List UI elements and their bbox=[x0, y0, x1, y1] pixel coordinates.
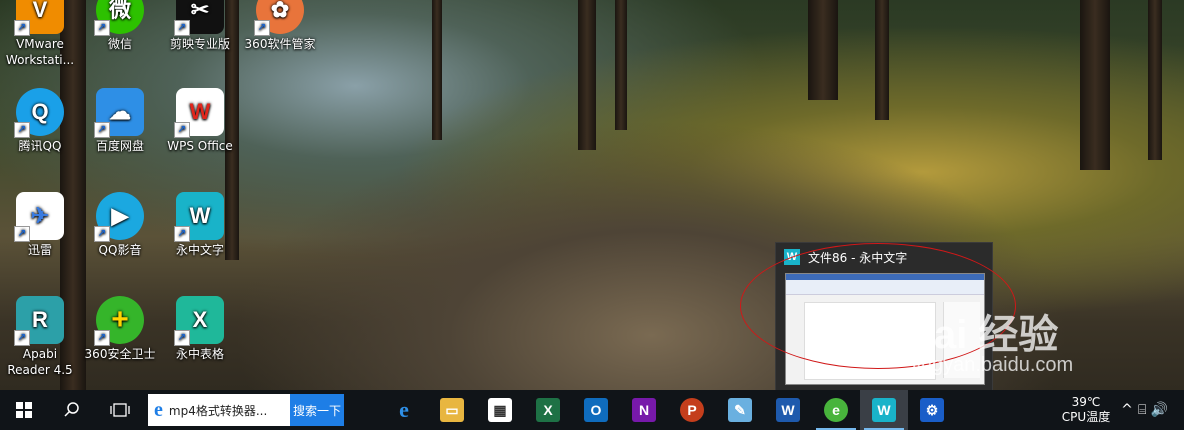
yongzhong-wenzi-icon: W ↗ bbox=[174, 192, 224, 242]
yongzhong-wenzi-icon: W bbox=[872, 398, 896, 422]
taskbar-app-settings[interactable]: ⚙ bbox=[908, 390, 956, 430]
taskbar-app-store[interactable]: ▦ bbox=[476, 390, 524, 430]
powerpoint-icon: P bbox=[680, 398, 704, 422]
apabi-icon: R ↗ bbox=[14, 296, 64, 346]
ie-icon: e bbox=[154, 398, 163, 421]
shortcut-arrow-icon: ↗ bbox=[174, 122, 190, 138]
desktop-icon-label: QQ影音 bbox=[98, 243, 142, 257]
taskbar-app-edge[interactable]: e bbox=[380, 390, 428, 430]
shortcut-arrow-icon: ↗ bbox=[94, 20, 110, 36]
chevron-up-icon: ^ bbox=[1121, 402, 1133, 418]
cpu-temperature-label: CPU温度 bbox=[1061, 410, 1111, 424]
baidu-jingyan-url: jingyan.baidu.com bbox=[912, 354, 1074, 376]
taskbar-app-360-browser[interactable]: e bbox=[812, 390, 860, 430]
desktop-icon-label: Apabi Reader 4.5 bbox=[7, 347, 73, 377]
desktop-icon-jianying[interactable]: ✂ ↗ 剪映专业版 bbox=[160, 0, 240, 52]
browser-search-input[interactable]: e mp4格式转换器... bbox=[148, 394, 290, 426]
taskbar-app-excel[interactable]: X bbox=[524, 390, 572, 430]
task-view-button[interactable] bbox=[96, 390, 144, 430]
jianying-icon: ✂ ↗ bbox=[174, 0, 224, 36]
qqplayer-icon: ▶ ↗ bbox=[94, 192, 144, 242]
360-browser-icon: e bbox=[824, 398, 848, 422]
volume-icon: ⌸ 🔊 bbox=[1138, 402, 1169, 418]
shortcut-arrow-icon: ↗ bbox=[94, 122, 110, 138]
desktop-icon-360-software[interactable]: ✿ ↗ 360软件管家 bbox=[240, 0, 320, 52]
desktop-icon-label: 永中文字 bbox=[175, 243, 224, 257]
taskbar-app-onenote[interactable]: N bbox=[620, 390, 668, 430]
taskbar-app-outlook[interactable]: O bbox=[572, 390, 620, 430]
taskbar-app-powerpoint[interactable]: P bbox=[668, 390, 716, 430]
shortcut-arrow-icon: ↗ bbox=[174, 330, 190, 346]
desktop-icon-label: 腾讯QQ bbox=[18, 139, 62, 153]
search-button[interactable] bbox=[48, 390, 96, 430]
desktop-icon-qq[interactable]: Q ↗ 腾讯QQ bbox=[0, 88, 80, 154]
excel-icon: X bbox=[536, 398, 560, 422]
taskbar-app-yongzhong-wenzi[interactable]: W bbox=[860, 390, 908, 430]
yongzhong-biaoge-icon: X ↗ bbox=[174, 296, 224, 346]
edge-icon: e bbox=[399, 397, 409, 422]
folder-icon: ▭ bbox=[440, 398, 464, 422]
desktop-icon-label: 永中表格 bbox=[175, 347, 224, 361]
shortcut-arrow-icon: ↗ bbox=[14, 330, 30, 346]
xunlei-icon: ✈ ↗ bbox=[14, 192, 64, 242]
wps-icon: W ↗ bbox=[174, 88, 224, 138]
task-view-icon bbox=[110, 403, 130, 417]
windows-logo-icon bbox=[16, 402, 32, 418]
tray-icons[interactable]: ⌸ 🔊 bbox=[1138, 402, 1184, 418]
start-button[interactable] bbox=[0, 390, 48, 430]
outlook-icon: O bbox=[584, 398, 608, 422]
wechat-icon: 微 ↗ bbox=[94, 0, 144, 36]
desktop-icon-360-safe[interactable]: + ↗ 360安全卫士 bbox=[80, 296, 160, 362]
desktop-icon-qqplayer[interactable]: ▶ ↗ QQ影音 bbox=[80, 192, 160, 258]
desktop-icon-label: 360安全卫士 bbox=[84, 347, 156, 361]
desktop-icon-baidu-netdisk[interactable]: ☁ ↗ 百度网盘 bbox=[80, 88, 160, 154]
search-go-button[interactable]: 搜索一下 bbox=[290, 394, 344, 426]
shortcut-arrow-icon: ↗ bbox=[14, 122, 30, 138]
desktop-icon-label: 360软件管家 bbox=[244, 37, 316, 51]
desktop-icon-wps[interactable]: W ↗ WPS Office bbox=[160, 88, 240, 154]
desktop-icon-label: 微信 bbox=[107, 37, 132, 51]
taskbar: e mp4格式转换器... 搜索一下 e ▭ ▦ X O N P ✎ W e W… bbox=[0, 390, 1184, 430]
taskbar-app-paint[interactable]: ✎ bbox=[716, 390, 764, 430]
desktop-icon-label: WPS Office bbox=[167, 139, 233, 153]
desktop-icon-wechat[interactable]: 微 ↗ 微信 bbox=[80, 0, 160, 52]
word-icon: W bbox=[776, 398, 800, 422]
desktop-icon-label: 迅雷 bbox=[27, 243, 52, 257]
desktop-icon-yongzhong-wenzi[interactable]: W ↗ 永中文字 bbox=[160, 192, 240, 258]
desktop-icon-label: VMware Workstati... bbox=[5, 37, 75, 67]
show-hidden-icons-button[interactable]: ^ bbox=[1116, 390, 1138, 430]
shortcut-arrow-icon: ↗ bbox=[14, 226, 30, 242]
search-icon bbox=[64, 402, 79, 417]
desktop-icon-vmware[interactable]: V ↗ VMware Workstati... bbox=[0, 0, 80, 68]
cpu-temperature[interactable]: 39℃ CPU温度 bbox=[1056, 395, 1116, 425]
shortcut-arrow-icon: ↗ bbox=[94, 330, 110, 346]
desktop-icon-label: 剪映专业版 bbox=[169, 37, 230, 51]
search-input-text: mp4格式转换器... bbox=[168, 403, 268, 418]
shortcut-arrow-icon: ↗ bbox=[174, 20, 190, 36]
cpu-temperature-value: 39℃ bbox=[1071, 395, 1101, 409]
baidu-netdisk-icon: ☁ ↗ bbox=[94, 88, 144, 138]
shortcut-arrow-icon: ↗ bbox=[174, 226, 190, 242]
360-safe-icon: + ↗ bbox=[94, 296, 144, 346]
360-software-icon: ✿ ↗ bbox=[254, 0, 304, 36]
shortcut-arrow-icon: ↗ bbox=[94, 226, 110, 242]
vmware-icon: V ↗ bbox=[14, 0, 64, 36]
qq-penguin-icon: Q ↗ bbox=[14, 88, 64, 138]
paint-palette-icon: ✎ bbox=[728, 398, 752, 422]
shortcut-arrow-icon: ↗ bbox=[254, 20, 270, 36]
shortcut-arrow-icon: ↗ bbox=[14, 20, 30, 36]
desktop-icon-apabi[interactable]: R ↗ Apabi Reader 4.5 bbox=[0, 296, 80, 378]
desktop-icon-xunlei[interactable]: ✈ ↗ 迅雷 bbox=[0, 192, 80, 258]
desktop-icon-label: 百度网盘 bbox=[95, 139, 144, 153]
baidu-jingyan-watermark: Bai 经验 bbox=[905, 313, 1059, 357]
onenote-icon: N bbox=[632, 398, 656, 422]
desktop-icon-yongzhong-biaoge[interactable]: X ↗ 永中表格 bbox=[160, 296, 240, 362]
store-icon: ▦ bbox=[488, 398, 512, 422]
taskbar-app-word[interactable]: W bbox=[764, 390, 812, 430]
gear-icon: ⚙ bbox=[920, 398, 944, 422]
taskbar-app-file-explorer[interactable]: ▭ bbox=[428, 390, 476, 430]
